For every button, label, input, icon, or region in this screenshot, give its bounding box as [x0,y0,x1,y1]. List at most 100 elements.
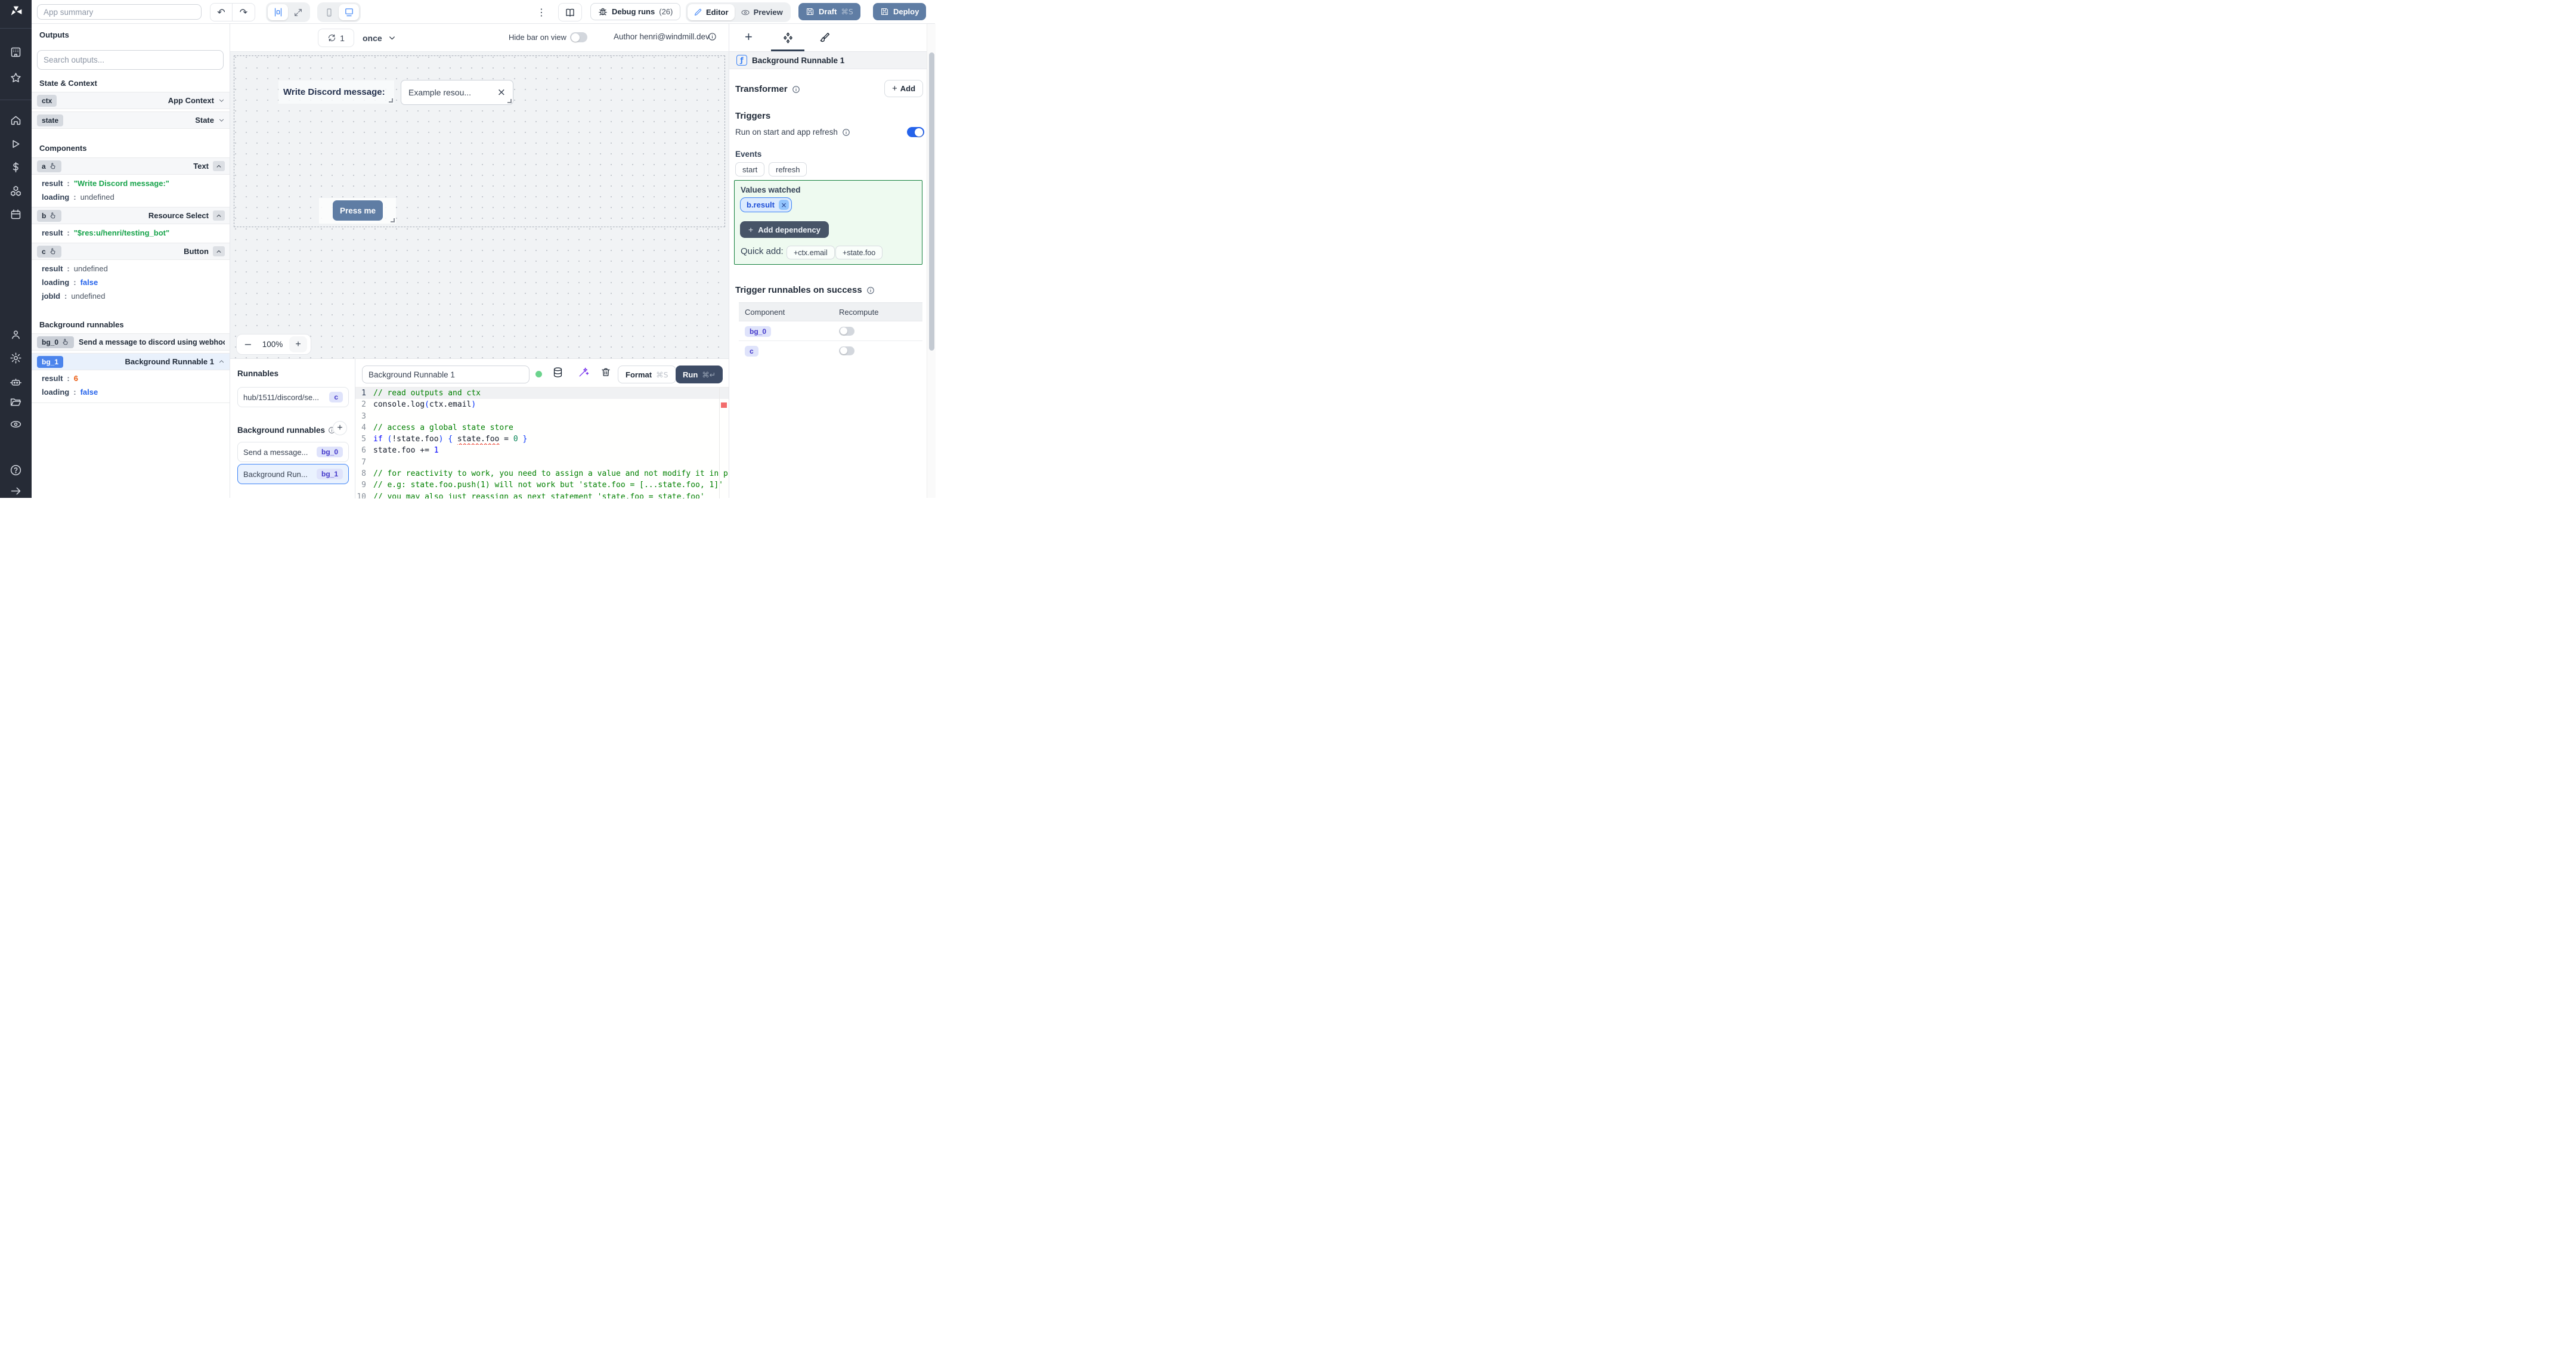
code-line[interactable]: 6 state.foo += 1 [355,445,729,456]
undo-button[interactable]: ↶ [210,4,233,21]
output-row-ctx[interactable]: ctx App Context [32,92,230,109]
deploy-floppy-icon [881,8,888,16]
deploy-button[interactable]: Deploy [873,3,927,20]
mobile-view-toggle[interactable] [319,4,339,20]
audit-eye-icon[interactable] [10,418,22,431]
schedules-calendar-icon[interactable] [10,208,22,221]
collapse-button[interactable] [213,246,225,256]
code-line[interactable]: 9// e.g: state.foo.push(1) will not work… [355,479,729,491]
event-chip-start[interactable]: start [735,162,765,176]
workspace-switcher-icon[interactable] [10,46,22,58]
docs-book-button[interactable] [558,3,582,21]
windmill-logo-icon[interactable] [10,5,23,18]
text-component[interactable]: Write Discord message: [278,80,394,104]
component-row-a[interactable]: a Text [32,157,230,175]
recompute-toggle-bg0[interactable] [839,326,854,336]
zoom-out-button[interactable]: − [240,339,256,350]
draft-button[interactable]: Draft ⌘S [798,3,860,20]
runnable-item-bg0[interactable]: Send a message... bg_0 [237,442,349,462]
chevron-down-icon[interactable] [218,97,225,104]
component-row-b[interactable]: b Resource Select [32,207,230,224]
code-line[interactable]: 7 [355,457,729,468]
panel-scrollbar[interactable] [927,24,936,498]
code-line[interactable]: 4// access a global state store [355,422,729,433]
component-row-c[interactable]: c Button [32,243,230,260]
redo-button[interactable]: ↷ [233,4,255,21]
fullscreen-toggle[interactable] [288,4,308,20]
code-line[interactable]: 5 if (!state.foo) { state.foo = 0 } [355,433,729,445]
styling-brush-tab[interactable] [819,32,831,44]
kebab-menu-button[interactable]: ⋮ [535,4,547,20]
cache-database-icon[interactable] [552,367,564,378]
collapse-arrow-icon[interactable] [10,485,22,497]
info-icon[interactable] [866,286,875,295]
runs-play-icon[interactable] [10,138,22,150]
button-component-slot[interactable]: Press me [319,198,396,224]
desktop-view-toggle[interactable] [339,4,359,20]
resize-handle[interactable] [391,218,395,222]
delete-trash-icon[interactable] [600,367,611,377]
add-dependency-label: Add dependency [758,225,821,234]
output-row-state[interactable]: state State [32,112,230,129]
press-me-button[interactable]: Press me [333,200,383,221]
info-icon[interactable] [708,32,717,41]
clear-selection-icon[interactable]: × [497,86,506,98]
resize-handle[interactable] [507,99,512,103]
resource-select-component[interactable]: Example resou... × [401,80,513,105]
output-row-bg0[interactable]: bg_0 Send a message to discord using web… [32,333,230,351]
code-line[interactable]: 10// you may also just reassign as next … [355,491,729,498]
refresh-count-button[interactable]: 1 [318,29,354,47]
insert-component-tab[interactable]: + [745,30,753,44]
recompute-toggle-c[interactable] [839,346,854,355]
users-person-icon[interactable] [10,329,22,341]
remove-dependency-icon[interactable]: × [778,200,789,210]
tab-editor[interactable]: Editor [688,4,735,20]
chevron-up-icon[interactable] [218,358,225,365]
resources-cubes-icon[interactable] [10,185,22,197]
settings-connections-tab[interactable] [782,32,794,44]
workers-robot-icon[interactable] [10,376,22,388]
folders-icon[interactable] [10,396,22,408]
event-chip-refresh[interactable]: refresh [769,162,807,176]
collapse-button[interactable] [213,161,225,171]
zoom-in-button[interactable]: + [289,336,307,352]
resize-handle[interactable] [389,98,393,103]
runnable-name-input[interactable] [362,366,530,383]
scrollbar-thumb[interactable] [929,52,934,351]
settings-gear-icon[interactable] [10,352,22,364]
quick-add-state-foo[interactable]: +state.foo [835,246,883,259]
code-line[interactable]: 2 console.log(ctx.email) [355,399,729,410]
ai-wand-icon[interactable] [578,367,589,378]
run-on-start-toggle[interactable] [907,127,924,137]
chevron-down-icon[interactable] [218,117,225,123]
help-icon[interactable] [10,464,22,476]
code-line[interactable]: 1// read outputs and ctx [355,388,729,399]
runnable-item-main[interactable]: hub/1511/discord/se... c [237,387,349,407]
run-button[interactable]: Run ⌘↵ [676,366,723,383]
code-editor-content[interactable]: 1// read outputs and ctx 2 console.log(ctx… [355,388,729,498]
tab-preview[interactable]: Preview [735,4,789,20]
home-icon[interactable] [10,114,22,126]
runnable-item-bg1[interactable]: Background Run... bg_1 [237,464,349,484]
hide-bar-toggle[interactable] [570,32,587,42]
favorites-star-icon[interactable] [10,72,22,84]
output-row-bg1[interactable]: bg_1 Background Runnable 1 [32,353,230,370]
collapse-button[interactable] [213,210,225,221]
info-icon[interactable] [842,128,850,137]
run-mode-select[interactable]: once [363,29,396,47]
app-summary-input[interactable] [37,4,202,20]
code-line[interactable]: 3 [355,411,729,422]
grid-align-toggle[interactable] [268,4,288,20]
debug-runs-button[interactable]: Debug runs (26) [590,3,681,20]
variables-dollar-icon[interactable] [10,161,22,174]
code-line[interactable]: 8// for reactivity to work, you need to … [355,468,729,479]
info-icon[interactable] [792,85,800,94]
watched-value-chip[interactable]: b.result × [740,197,792,212]
add-transformer-button[interactable]: + Add [884,80,924,97]
quick-add-ctx-email[interactable]: +ctx.email [787,246,835,259]
format-button[interactable]: Format ⌘S [618,366,676,383]
add-bg-runnable-button[interactable]: + [333,421,347,435]
search-outputs-input[interactable] [37,50,224,70]
add-dependency-button[interactable]: + Add dependency [740,221,829,238]
app-canvas[interactable]: Write Discord message: Example resou... … [230,52,729,358]
